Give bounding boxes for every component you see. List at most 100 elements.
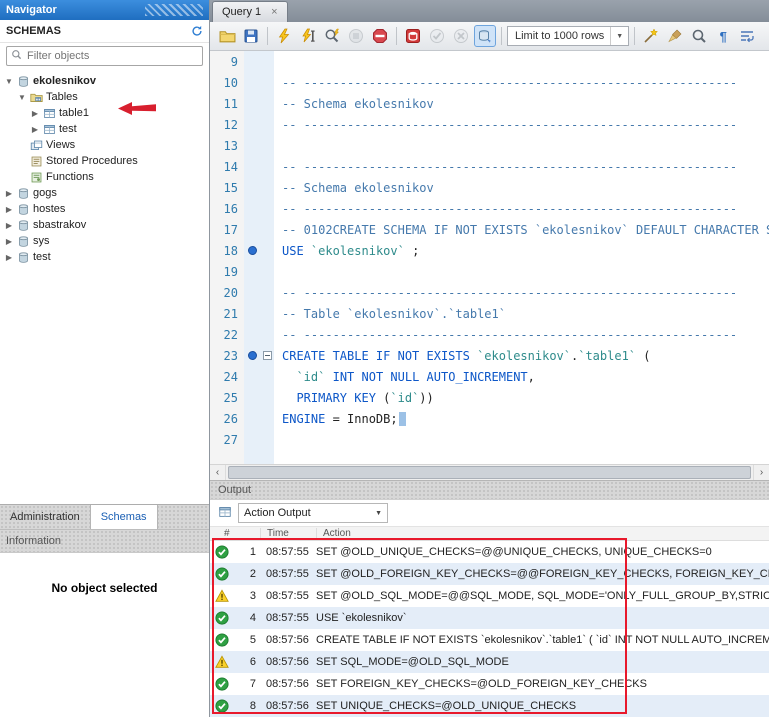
code-line[interactable]: 27 (210, 429, 769, 450)
schemas-header-label: SCHEMAS (6, 25, 61, 37)
code-line[interactable]: 26ENGINE = InnoDB; (210, 408, 769, 429)
tree-item-table-table1[interactable]: ▶table1 (0, 105, 209, 121)
output-row[interactable]: 208:57:55SET @OLD_FOREIGN_KEY_CHECKS=@@F… (210, 563, 769, 585)
expand-closed-icon[interactable]: ▶ (30, 109, 40, 118)
tree-item-schema-sbastrakov[interactable]: ▶sbastrakov (0, 217, 209, 233)
code-line[interactable]: 12-- -----------------------------------… (210, 114, 769, 135)
fold-collapse-icon[interactable] (260, 351, 274, 360)
code-line[interactable]: 16-- -----------------------------------… (210, 198, 769, 219)
tree-item-table-test[interactable]: ▶ test (0, 121, 209, 137)
expand-closed-icon[interactable]: ▶ (4, 253, 14, 262)
schema-icon (17, 187, 30, 200)
explain-icon[interactable] (321, 25, 343, 47)
save-script-icon[interactable] (240, 25, 262, 47)
wrap-icon[interactable] (736, 25, 758, 47)
scrollbar-thumb[interactable] (228, 466, 751, 479)
scroll-left-icon[interactable]: ‹ (210, 465, 226, 480)
expand-closed-icon[interactable]: ▶ (4, 221, 14, 230)
limit-rows-icon[interactable] (402, 25, 424, 47)
scroll-right-icon[interactable]: › (753, 465, 769, 480)
autocommit-icon[interactable] (474, 25, 496, 47)
row-time: 08:57:56 (260, 656, 316, 668)
line-number: 9 (210, 55, 244, 69)
tab-schemas[interactable]: Schemas (91, 505, 158, 529)
filter-row (0, 43, 209, 69)
expand-closed-icon[interactable]: ▶ (4, 237, 14, 246)
tree-item-label: test (59, 123, 77, 135)
output-row[interactable]: 108:57:55SET @OLD_UNIQUE_CHECKS=@@UNIQUE… (210, 541, 769, 563)
code-line[interactable]: 15-- Schema ekolesnikov (210, 177, 769, 198)
code-line[interactable]: 25 PRIMARY KEY (`id`)) (210, 387, 769, 408)
code-line[interactable]: 24 `id` INT NOT NULL AUTO_INCREMENT, (210, 366, 769, 387)
output-row[interactable]: 408:57:55USE `ekolesnikov` (210, 607, 769, 629)
code-line[interactable]: 17-- 0102CREATE SCHEMA IF NOT EXISTS `ek… (210, 219, 769, 240)
no-object-selected-text: No object selected (51, 581, 157, 595)
schema-icon (17, 251, 30, 264)
stop-on-error-icon[interactable] (369, 25, 391, 47)
schema-icon (17, 75, 30, 88)
row-action: SET @OLD_FOREIGN_KEY_CHECKS=@@FOREIGN_KE… (316, 568, 769, 580)
code-line[interactable]: 21-- Table `ekolesnikov`.`table1` (210, 303, 769, 324)
code-line[interactable]: 9 (210, 51, 769, 72)
tree-item-schema-hostes[interactable]: ▶hostes (0, 201, 209, 217)
execute-icon[interactable] (273, 25, 295, 47)
filter-objects-box[interactable] (6, 46, 203, 66)
tree-item-label: sys (33, 235, 50, 247)
invisibles-icon[interactable]: ¶ (712, 25, 734, 47)
toolbar-separator (267, 27, 268, 45)
table-icon (43, 123, 56, 136)
row-time: 08:57:55 (260, 612, 316, 624)
output-row[interactable]: 308:57:55SET @OLD_SQL_MODE=@@SQL_MODE, S… (210, 585, 769, 607)
code-line[interactable]: 14-- -----------------------------------… (210, 156, 769, 177)
refresh-schemas-icon[interactable] (191, 25, 203, 37)
expand-open-icon[interactable]: ▼ (4, 77, 14, 86)
output-view-label: Action Output (244, 507, 371, 519)
tree-item-schema-ekolesnikov[interactable]: ▼ekolesnikov (0, 73, 209, 89)
editor-lines: 9 10-- ----------------------------------… (210, 51, 769, 450)
expand-open-icon[interactable]: ▼ (17, 93, 27, 102)
code-line[interactable]: 20-- -----------------------------------… (210, 282, 769, 303)
code-line[interactable]: 10-- -----------------------------------… (210, 72, 769, 93)
tree-item-schema-gogs[interactable]: ▶gogs (0, 185, 209, 201)
clean-icon[interactable] (664, 25, 686, 47)
tab-query-1[interactable]: Query 1 × (212, 1, 288, 22)
output-grid-header: # Time Action (210, 527, 769, 541)
code-line[interactable]: 18USE `ekolesnikov` ; (210, 240, 769, 261)
rollback-icon[interactable] (450, 25, 472, 47)
commit-icon[interactable] (426, 25, 448, 47)
expand-closed-icon[interactable]: ▶ (30, 125, 40, 134)
output-row[interactable]: 808:57:56SET UNIQUE_CHECKS=@OLD_UNIQUE_C… (210, 695, 769, 717)
close-tab-icon[interactable]: × (271, 6, 277, 18)
sql-editor[interactable]: 9 10-- ----------------------------------… (210, 51, 769, 464)
code-line[interactable]: 23CREATE TABLE IF NOT EXISTS `ekolesniko… (210, 345, 769, 366)
output-row[interactable]: 708:57:56SET FOREIGN_KEY_CHECKS=@OLD_FOR… (210, 673, 769, 695)
tree-item-functions-folder[interactable]: Functions (0, 169, 209, 185)
tab-administration[interactable]: Administration (0, 505, 91, 529)
output-row[interactable]: 508:57:56CREATE TABLE IF NOT EXISTS `eko… (210, 629, 769, 651)
code-line[interactable]: 11-- Schema ekolesnikov (210, 93, 769, 114)
filter-objects-input[interactable] (25, 49, 198, 63)
tree-item-views-folder[interactable]: Views (0, 137, 209, 153)
beautify-icon[interactable] (640, 25, 662, 47)
code-line[interactable]: 13 (210, 135, 769, 156)
find-icon[interactable] (688, 25, 710, 47)
tree-item-schema-test[interactable]: ▶test (0, 249, 209, 265)
output-view-select[interactable]: Action Output ▼ (238, 503, 388, 523)
code-text: -- 0102CREATE SCHEMA IF NOT EXISTS `ekol… (274, 223, 769, 237)
code-line[interactable]: 22-- -----------------------------------… (210, 324, 769, 345)
stop-icon[interactable] (345, 25, 367, 47)
execute-current-icon[interactable] (297, 25, 319, 47)
row-time: 08:57:55 (260, 568, 316, 580)
column-header-action: Action (316, 528, 769, 539)
tree-item-stored-procedures-folder[interactable]: Stored Procedures (0, 153, 209, 169)
limit-rows-select[interactable]: Limit to 1000 rows▼ (507, 26, 629, 46)
editor-horizontal-scrollbar[interactable]: ‹ › (210, 464, 769, 480)
output-row[interactable]: 608:57:56SET SQL_MODE=@OLD_SQL_MODE (210, 651, 769, 673)
open-script-icon[interactable] (216, 25, 238, 47)
expand-closed-icon[interactable]: ▶ (4, 189, 14, 198)
schema-icon (17, 203, 30, 216)
code-line[interactable]: 19 (210, 261, 769, 282)
expand-closed-icon[interactable]: ▶ (4, 205, 14, 214)
tree-item-tables-folder[interactable]: ▼Tables (0, 89, 209, 105)
tree-item-schema-sys[interactable]: ▶ sys (0, 233, 209, 249)
